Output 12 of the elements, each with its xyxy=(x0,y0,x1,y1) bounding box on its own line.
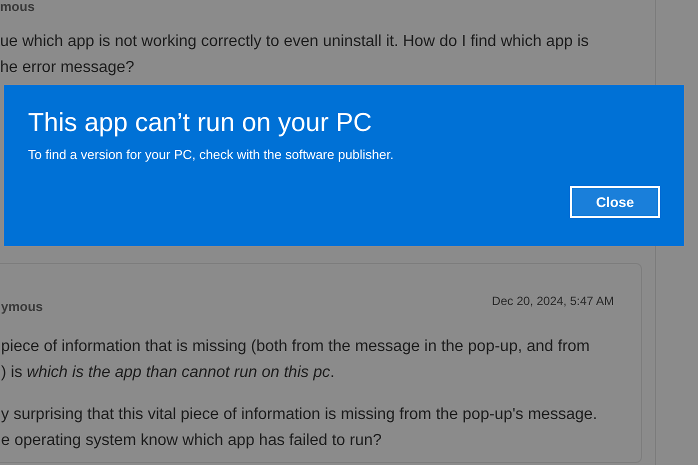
author-name: mous xyxy=(0,0,36,14)
dialog-title: This app can’t run on your PC xyxy=(28,107,373,138)
post-date: Dec 20, 2024, 5:47 AM xyxy=(492,294,614,308)
author-name: ymous xyxy=(1,299,43,314)
post-text: ) is which is the app than cannot run on this pc. xyxy=(1,363,336,383)
post-text: ue which app is not working correctly to even uninstall it. How do I find which app is xyxy=(0,32,590,52)
post-text: e operating system know which app has failed to run? xyxy=(1,431,383,451)
dialog-message: To find a version for your PC, check with the software publisher. xyxy=(28,147,395,162)
post-text: he error message? xyxy=(0,58,136,78)
post-text: piece of information that is missing (both from the message in the pop-up, and from xyxy=(1,337,591,357)
close-button[interactable]: Close xyxy=(570,186,660,218)
post-text: y surprising that this vital piece of information is missing from the pop-up's message. xyxy=(1,405,598,425)
